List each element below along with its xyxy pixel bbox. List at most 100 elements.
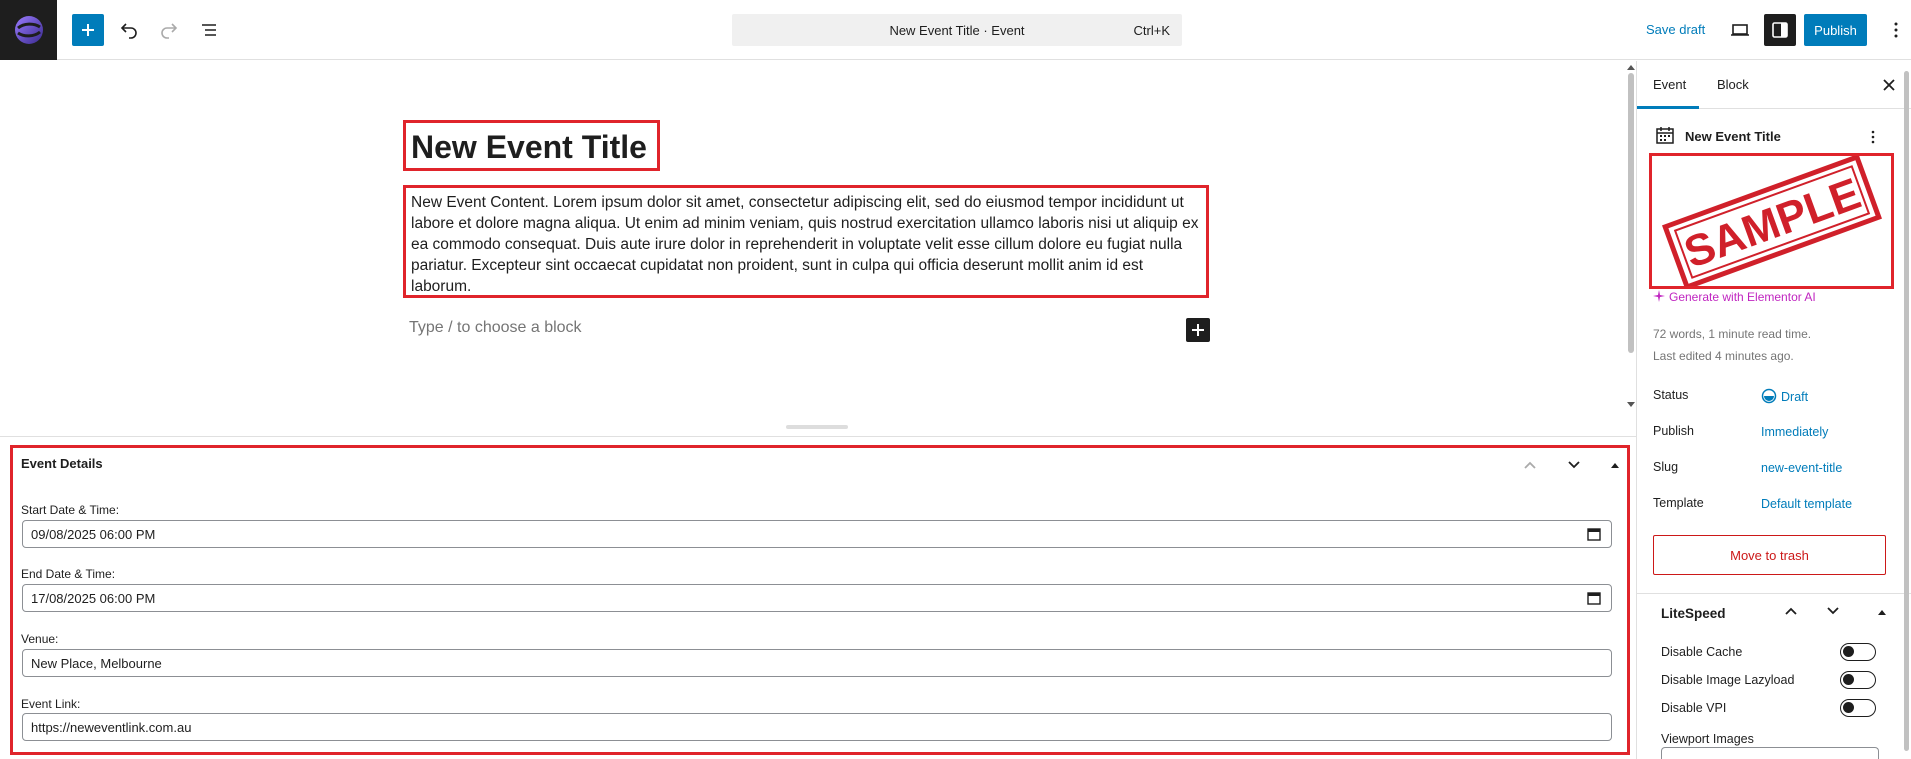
disable-cache-label: Disable Cache	[1661, 645, 1743, 659]
options-button[interactable]	[1880, 14, 1911, 46]
litespeed-toggle-button[interactable]	[1877, 605, 1887, 620]
triangle-up-icon	[1878, 610, 1886, 615]
disable-cache-toggle[interactable]	[1840, 643, 1876, 661]
sample-stamp-image: SAMPLE	[1662, 156, 1882, 286]
slug-button[interactable]: new-event-title	[1761, 461, 1842, 475]
paragraph-block[interactable]: New Event Content. Lorem ipsum dolor sit…	[403, 185, 1209, 298]
more-vertical-icon	[1894, 22, 1898, 38]
undo-button[interactable]	[113, 14, 145, 46]
publish-button[interactable]: Publish	[1804, 14, 1867, 46]
undo-icon	[120, 23, 137, 39]
chevron-down-icon	[1827, 607, 1839, 615]
chevron-up-icon	[1785, 607, 1797, 615]
start-date-value: 09/08/2025 06:00 PM	[31, 526, 156, 542]
disable-vpi-label: Disable VPI	[1661, 701, 1727, 715]
venue-input[interactable]: New Place, Melbourne	[22, 649, 1612, 677]
last-edited: Last edited 4 minutes ago.	[1653, 349, 1794, 363]
post-title[interactable]: New Event Title	[411, 130, 652, 164]
site-logo-button[interactable]	[0, 0, 57, 60]
start-date-label: Start Date & Time:	[21, 503, 120, 517]
viewport-images-field[interactable]	[1661, 747, 1879, 759]
post-title-block[interactable]: New Event Title	[403, 120, 660, 171]
plus-icon	[82, 24, 94, 36]
close-icon	[1883, 79, 1895, 91]
document-actions-button[interactable]	[1861, 125, 1885, 149]
end-date-label: End Date & Time:	[21, 567, 116, 581]
add-block-button[interactable]	[1186, 318, 1210, 342]
chevron-down-icon	[1568, 461, 1580, 469]
litespeed-move-up-button[interactable]	[1783, 603, 1799, 622]
event-link-label: Event Link:	[21, 697, 81, 711]
more-vertical-icon	[1871, 130, 1875, 144]
sparkle-icon	[1653, 290, 1665, 302]
preview-button[interactable]	[1724, 14, 1756, 46]
divider	[0, 436, 1636, 437]
active-tab-indicator	[1637, 106, 1699, 109]
venue-value: New Place, Melbourne	[31, 655, 162, 671]
plus-icon	[1192, 324, 1204, 336]
status-value: Draft	[1781, 390, 1809, 404]
scrollbar-thumb[interactable]	[1904, 71, 1909, 751]
toggle-panel-button[interactable]	[1603, 453, 1627, 477]
tab-event[interactable]: Event	[1653, 77, 1686, 92]
generate-ai-label: Generate with Elementor AI	[1669, 290, 1816, 304]
document-title: New Event Title	[1685, 129, 1781, 144]
sidebar-scrollbar[interactable]	[1902, 71, 1910, 751]
command-title: New Event Title · Event	[889, 22, 1025, 38]
document-overview-button[interactable]	[193, 14, 225, 46]
move-to-trash-button[interactable]: Move to trash	[1653, 535, 1886, 575]
start-date-input[interactable]: 09/08/2025 06:00 PM	[22, 520, 1612, 548]
move-down-button[interactable]	[1562, 453, 1586, 477]
metabox-resize-handle[interactable]	[786, 425, 848, 429]
viewport-images-label: Viewport Images	[1661, 732, 1754, 746]
generate-ai-button[interactable]: Generate with Elementor AI	[1653, 290, 1816, 304]
publish-label: Publish	[1653, 424, 1694, 438]
calendar-icon[interactable]	[1587, 527, 1601, 541]
calendar-icon	[1656, 127, 1674, 144]
status-button[interactable]: Draft	[1761, 388, 1808, 404]
scrollbar-thumb[interactable]	[1628, 73, 1634, 353]
slug-label: Slug	[1653, 460, 1679, 474]
template-button[interactable]: Default template	[1761, 497, 1852, 511]
divider	[1637, 593, 1911, 594]
editor-toolbar: New Event Title · Event Ctrl+K Save draf…	[0, 0, 1911, 60]
calendar-icon[interactable]	[1587, 591, 1601, 605]
triangle-up-icon	[1611, 463, 1619, 468]
tab-block[interactable]: Block	[1717, 77, 1749, 92]
save-draft-button[interactable]: Save draft	[1646, 22, 1705, 37]
close-sidebar-button[interactable]	[1877, 73, 1901, 97]
litespeed-move-down-button[interactable]	[1825, 603, 1841, 622]
scroll-up-icon	[1627, 65, 1635, 70]
publish-date-button[interactable]: Immediately	[1761, 425, 1828, 439]
command-shortcut: Ctrl+K	[1133, 23, 1170, 38]
disable-lazyload-label: Disable Image Lazyload	[1661, 673, 1795, 687]
default-block-appender[interactable]: Type / to choose a block	[409, 319, 582, 337]
end-date-value: 17/08/2025 06:00 PM	[31, 590, 156, 606]
status-label: Status	[1653, 388, 1689, 402]
event-link-input[interactable]: https://neweventlink.com.au	[22, 713, 1612, 741]
litespeed-panel-title: LiteSpeed	[1661, 606, 1726, 621]
draft-status-icon	[1761, 388, 1777, 404]
redo-icon	[161, 23, 178, 39]
event-link-value: https://neweventlink.com.au	[31, 719, 192, 735]
command-palette-button[interactable]: New Event Title · Event Ctrl+K	[732, 14, 1182, 46]
disable-lazyload-toggle[interactable]	[1840, 671, 1876, 689]
redo-button[interactable]	[153, 14, 185, 46]
sidebar-tabs: Event Block	[1637, 61, 1911, 109]
move-up-button[interactable]	[1518, 453, 1542, 477]
metabox-title: Event Details	[21, 456, 103, 471]
canvas-scrollbar[interactable]	[1625, 61, 1635, 413]
featured-image[interactable]: SAMPLE	[1649, 153, 1894, 289]
template-label: Template	[1653, 496, 1704, 510]
disable-vpi-toggle[interactable]	[1840, 699, 1876, 717]
block-inserter-button[interactable]	[72, 14, 104, 46]
event-details-metabox: Event Details Start Date & Time: 09/08/2…	[10, 445, 1630, 755]
settings-sidebar: Event Block New Event Title SAMPLE Gener…	[1636, 61, 1911, 759]
chevron-up-icon	[1524, 461, 1536, 469]
scroll-down-icon	[1627, 402, 1635, 407]
settings-toggle-button[interactable]	[1764, 14, 1796, 46]
logo-icon	[14, 16, 43, 44]
sidebar-icon	[1772, 22, 1788, 38]
end-date-input[interactable]: 17/08/2025 06:00 PM	[22, 584, 1612, 612]
venue-label: Venue:	[21, 632, 59, 646]
